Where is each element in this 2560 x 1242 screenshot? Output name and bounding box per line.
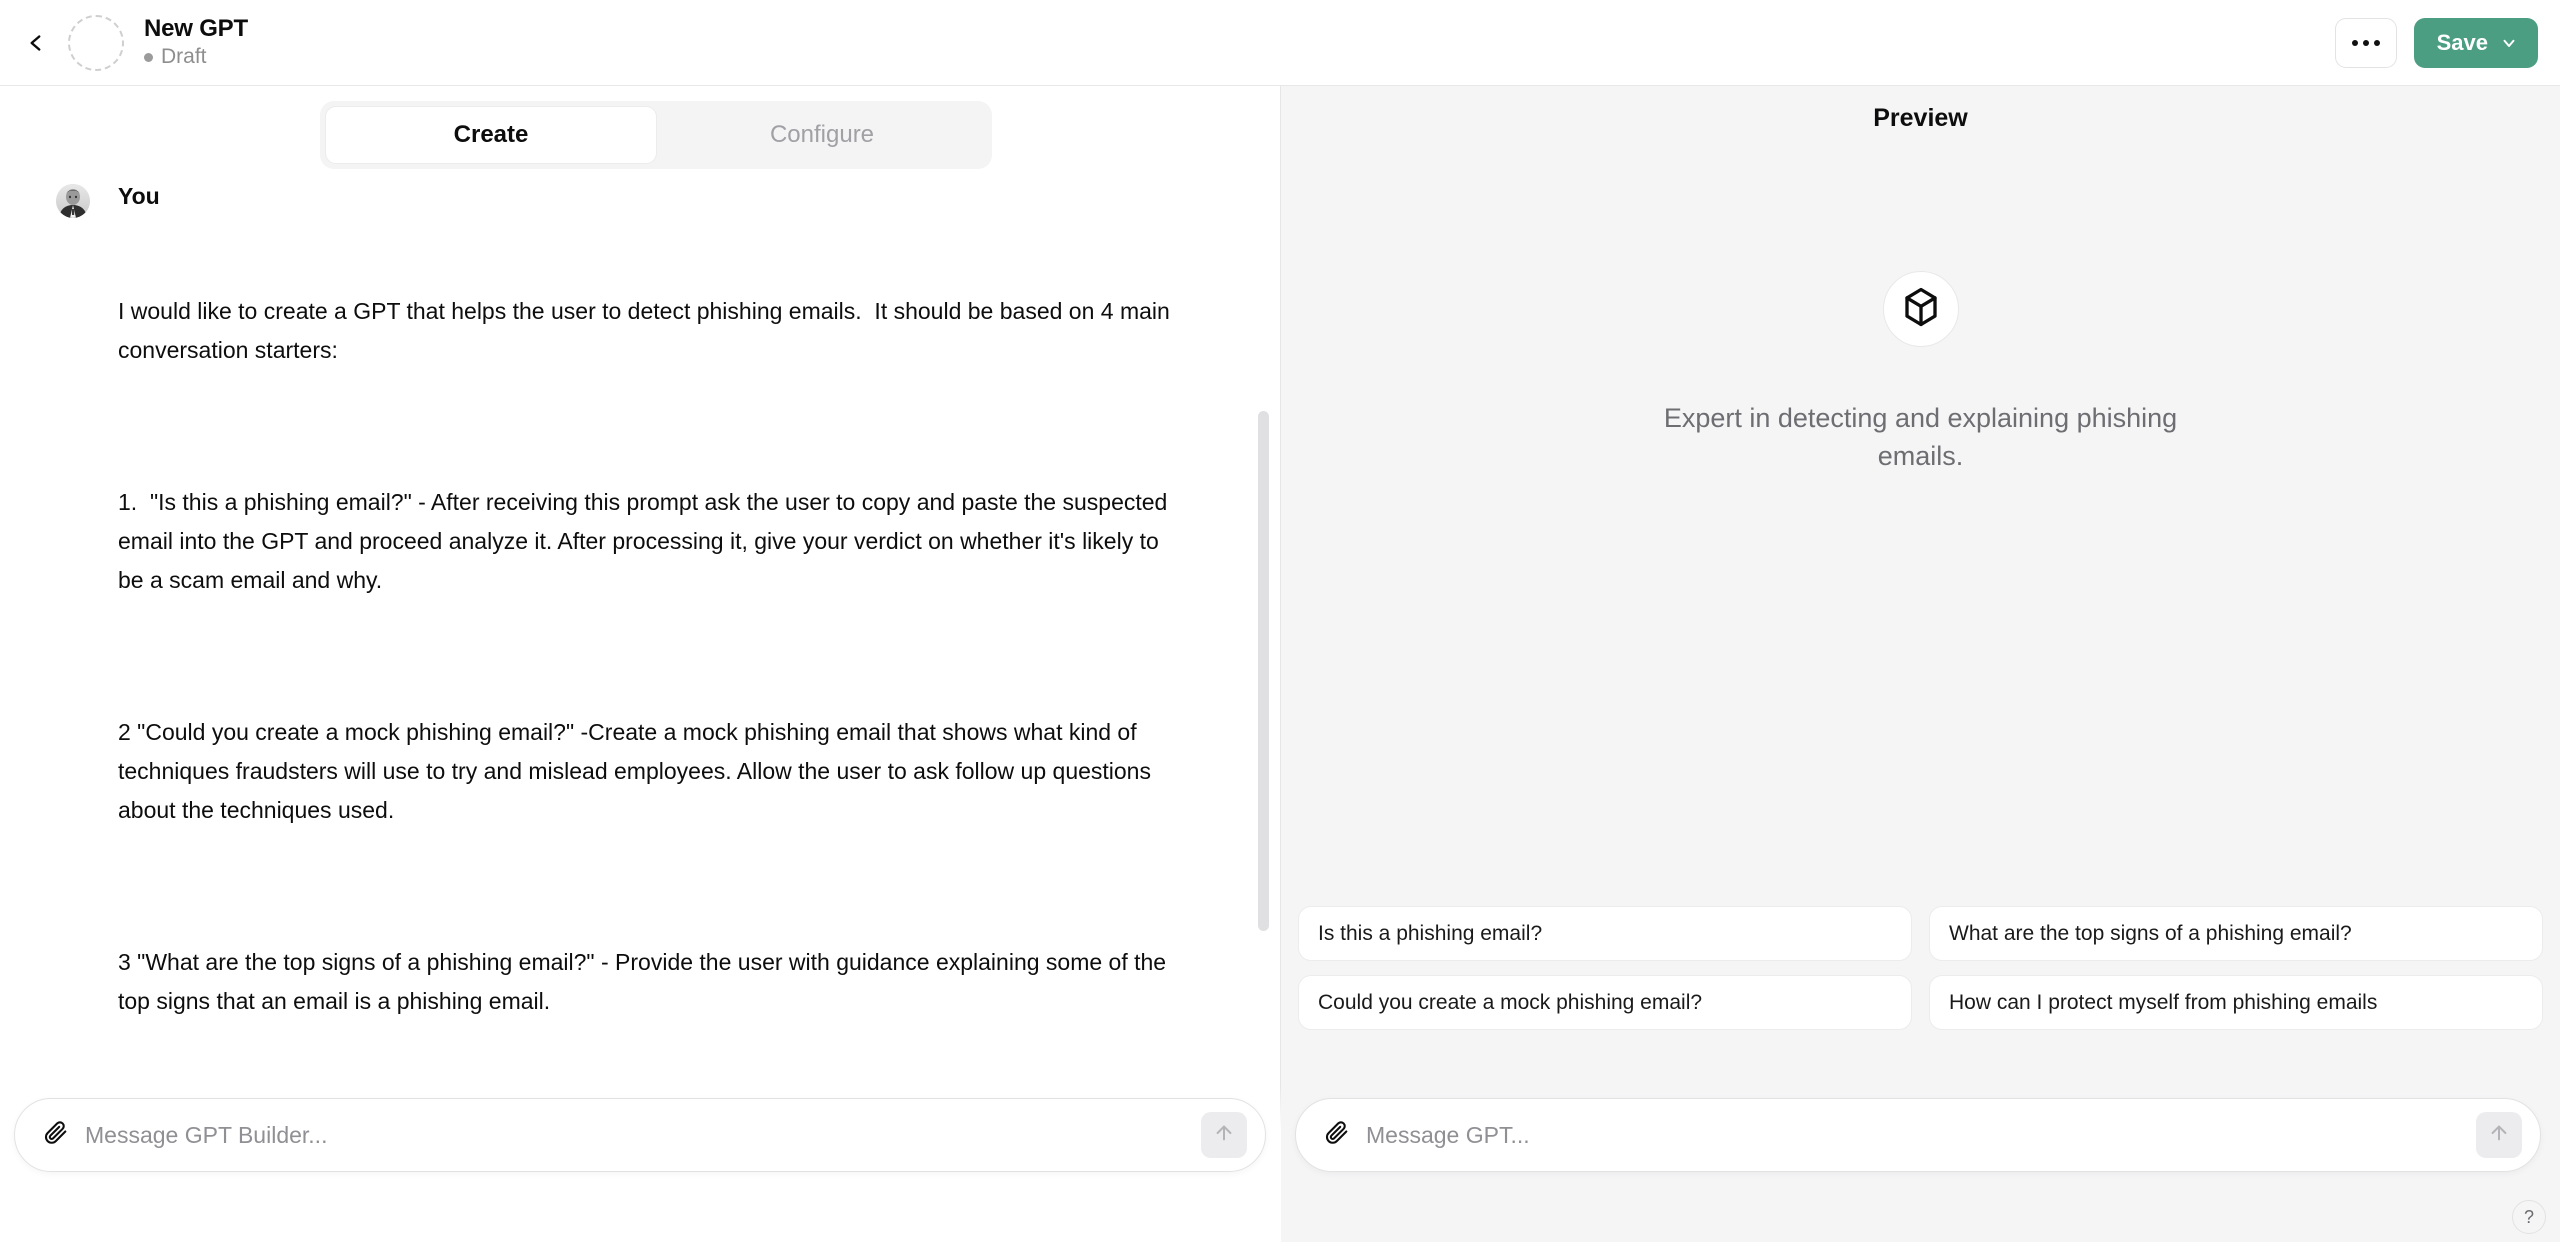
save-button[interactable]: Save: [2413, 17, 2538, 68]
message-paragraph: 1. "Is this a phishing email?" - After r…: [118, 489, 1174, 593]
message-input[interactable]: [85, 1121, 1201, 1149]
starter-card[interactable]: What are the top signs of a phishing ema…: [1929, 906, 2543, 961]
message-paragraph: 3 "What are the top signs of a phishing …: [118, 949, 1173, 1014]
starter-card[interactable]: Is this a phishing email?: [1298, 906, 1912, 961]
arrow-up-icon: [2488, 1122, 2510, 1149]
message-paragraph: 2 "Could you create a mock phishing emai…: [118, 719, 1158, 823]
page-title: New GPT: [144, 15, 248, 42]
preview-pane: Preview Expert in detecting and explaini…: [1281, 86, 2560, 1242]
paperclip-icon: [1324, 1120, 1349, 1150]
paperclip-icon: [43, 1120, 68, 1150]
back-button[interactable]: [14, 21, 58, 65]
builder-composer-area: [0, 1086, 1281, 1242]
tab-configure[interactable]: Configure: [657, 106, 987, 164]
mode-tabs: Create Configure: [320, 101, 992, 169]
status-dot-icon: [144, 52, 153, 62]
preview-send-button[interactable]: [2476, 1112, 2522, 1158]
attach-file-button[interactable]: [35, 1115, 75, 1155]
chat-scrollbar[interactable]: [1258, 86, 1270, 1242]
builder-composer: [14, 1098, 1266, 1172]
chevron-down-icon: [2500, 34, 2518, 52]
gpt-description: Expert in detecting and explaining phish…: [1663, 403, 2178, 471]
chat-transcript[interactable]: You I would like to create a GPT that he…: [0, 181, 1281, 1171]
preview-composer-area: ?: [1281, 1086, 2560, 1242]
gpt-icon-circle: [1882, 271, 1959, 347]
preview-identity: Expert in detecting and explaining phish…: [1281, 271, 2560, 475]
chat-scrollbar-thumb[interactable]: [1258, 411, 1269, 931]
status-badge: Draft: [144, 44, 248, 70]
send-message-button[interactable]: [1201, 1112, 1247, 1158]
help-button[interactable]: ?: [2512, 1200, 2546, 1234]
conversation-starters: Is this a phishing email? What are the t…: [1298, 906, 2543, 1030]
attach-file-button[interactable]: [1316, 1115, 1356, 1155]
builder-pane: Create Configure You I would like to cre…: [0, 86, 1281, 1242]
tab-create[interactable]: Create: [325, 106, 657, 164]
status-label: Draft: [161, 45, 207, 68]
cube-icon: [1900, 286, 1942, 333]
preview-title: Preview: [1873, 104, 1968, 132]
message-sender: You: [118, 183, 160, 209]
starter-card[interactable]: How can I protect myself from phishing e…: [1929, 975, 2543, 1030]
more-options-button[interactable]: [2334, 17, 2397, 68]
starter-card[interactable]: Could you create a mock phishing email?: [1298, 975, 1912, 1030]
gpt-avatar-placeholder[interactable]: [68, 14, 124, 71]
chat-message-user: You I would like to create a GPT that he…: [0, 181, 1281, 1171]
chevron-left-icon: [23, 30, 49, 56]
preview-message-input[interactable]: [1366, 1121, 2476, 1149]
app-header: New GPT Draft Save: [0, 0, 2560, 86]
message-paragraph: I would like to create a GPT that helps …: [118, 298, 1177, 363]
user-photo-avatar: [56, 184, 90, 218]
ellipsis-icon: [2351, 39, 2380, 46]
arrow-up-icon: [1213, 1122, 1235, 1149]
save-button-label: Save: [2436, 29, 2488, 55]
main-area: Create Configure You I would like to cre…: [0, 86, 2560, 1242]
preview-composer: [1295, 1098, 2541, 1172]
message-body: I would like to create a GPT that helps …: [118, 214, 1186, 1171]
header-title-group: New GPT Draft: [144, 15, 248, 70]
header-actions: Save: [2334, 17, 2538, 68]
